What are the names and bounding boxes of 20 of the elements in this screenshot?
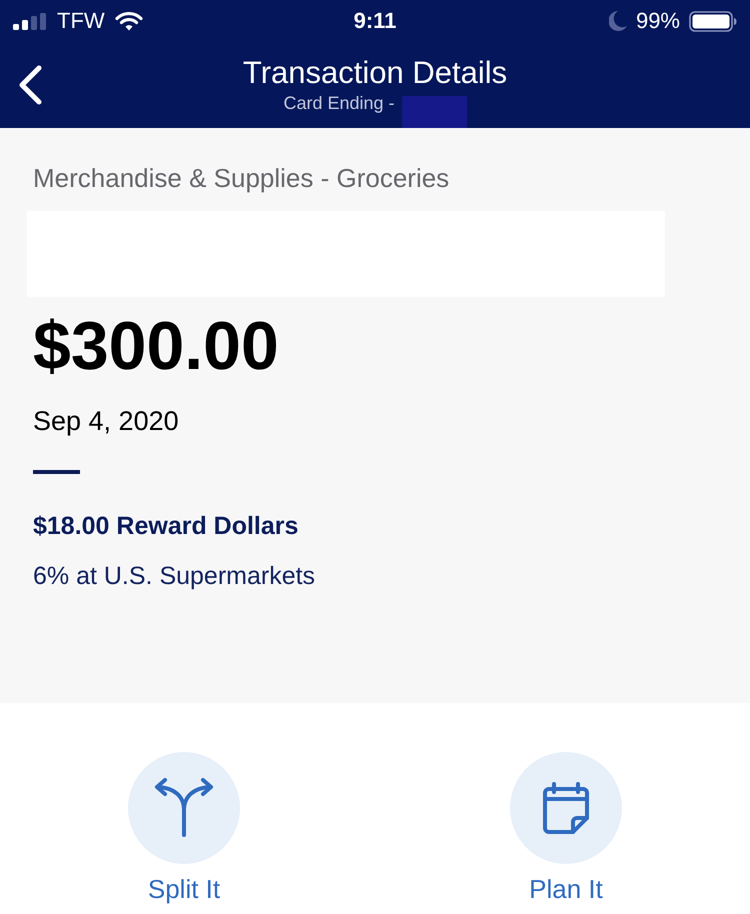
category-text: Merchandise & Supplies - Groceries bbox=[33, 162, 450, 194]
calendar-icon bbox=[510, 752, 622, 864]
amount-text: $300.00 bbox=[33, 307, 280, 386]
moon-icon bbox=[608, 11, 627, 31]
wifi-icon bbox=[114, 11, 143, 31]
plan-it-button[interactable]: Plan It bbox=[486, 752, 646, 905]
battery-icon bbox=[689, 10, 737, 32]
reward-text: $18.00 Reward Dollars bbox=[33, 511, 300, 542]
split-arrows-icon bbox=[128, 752, 240, 864]
reward-rate-text: 6% at U.S. Supermarkets bbox=[33, 561, 316, 592]
split-it-button[interactable]: Split It bbox=[104, 752, 264, 905]
date-text: Sep 4, 2020 bbox=[33, 405, 180, 438]
battery-percent: 99% bbox=[636, 8, 680, 34]
signal-icon bbox=[13, 12, 47, 30]
status-time: 9:11 bbox=[354, 8, 396, 34]
screen-title: Transaction Details bbox=[242, 55, 508, 91]
card-ending-label: Card Ending - bbox=[283, 92, 395, 114]
redacted-block bbox=[402, 96, 467, 128]
carrier-name: TFW bbox=[57, 8, 105, 34]
back-icon[interactable] bbox=[17, 65, 43, 105]
